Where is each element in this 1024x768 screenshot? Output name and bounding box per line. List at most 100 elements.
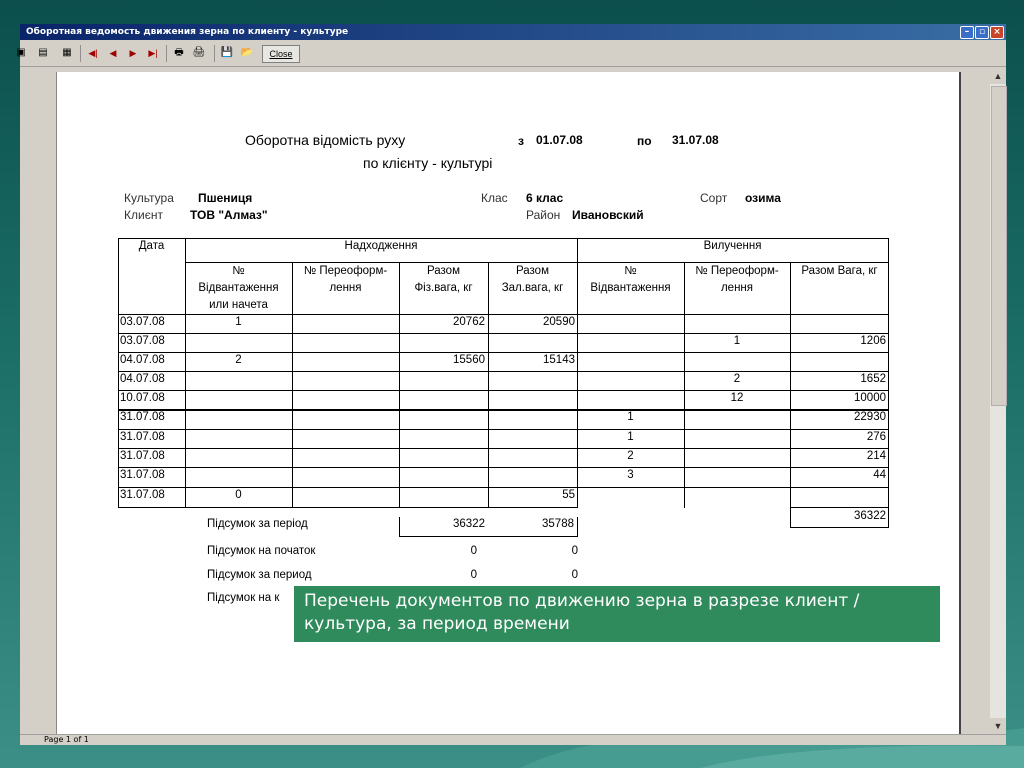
to-date: 31.07.08 (672, 133, 719, 147)
window-title: Оборотная ведомость движения зерна по кл… (26, 27, 349, 37)
district-value: Ивановский (572, 208, 644, 222)
table-cell-out-ref: 1 (733, 335, 741, 347)
period2-total-label: Підсумок за период (207, 569, 312, 581)
header-in-no: № (232, 265, 245, 277)
scroll-down-icon[interactable]: ▼ (990, 718, 1006, 734)
table-cell-in-cred: 20590 (543, 316, 575, 328)
save-icon[interactable]: 💾 (220, 46, 234, 60)
status-bar: Page 1 of 1 (20, 734, 1006, 745)
start-total-phys: 0 (470, 545, 477, 557)
zoom-page-icon[interactable]: ▦ (60, 46, 74, 60)
table-cell-in-no: 1 (235, 316, 242, 328)
header-in-phys-2: Фіз.вага, кг (414, 282, 473, 294)
table-cell-date: 31.07.08 (120, 489, 165, 501)
period-total-phys: 36322 (453, 518, 485, 530)
table-cell-date: 31.07.08 (120, 431, 165, 443)
client-label: Клиєнт (124, 208, 163, 222)
table-cell-out-ref: 2 (733, 373, 741, 385)
header-out-ref: № Переоформ- (695, 265, 779, 277)
header-in-ref: № Переоформ- (303, 265, 388, 277)
table-cell-out-total: 44 (873, 469, 886, 481)
table-cell-in-no: 2 (235, 354, 242, 366)
window-titlebar: Оборотная ведомость движения зерна по кл… (20, 24, 1006, 40)
overlay-caption: Перечень документов по движению зерна в … (294, 586, 940, 642)
print-icon[interactable]: 🖨 (192, 46, 206, 60)
table-cell-out-total: 22930 (854, 411, 886, 423)
next-page-icon[interactable]: ▶ (126, 46, 140, 60)
scroll-up-icon[interactable]: ▲ (990, 68, 1006, 84)
table-cell-out-no: 1 (627, 431, 634, 443)
header-in-phys: Разом (426, 265, 460, 277)
period-total-cred: 35788 (542, 518, 574, 530)
scroll-thumb[interactable] (991, 86, 1007, 406)
open-icon[interactable]: 📂 (240, 46, 254, 60)
table-cell-in-phys: 20762 (453, 316, 485, 328)
table-cell-in-phys: 15560 (453, 354, 485, 366)
report-subtitle: по клієнту - культурі (363, 155, 493, 171)
table-cell-date: 10.07.08 (120, 392, 165, 404)
table-cell-date: 04.07.08 (120, 373, 165, 385)
sort-label: Сорт (700, 191, 728, 205)
to-label: по (637, 134, 652, 148)
client-value: ТОВ "Алмаз" (190, 208, 268, 222)
header-in-ref-2: лення (329, 282, 362, 294)
table-cell-out-no: 3 (627, 469, 634, 481)
preview-toolbar: ▣ ▤ ▦ ◀| ◀ ▶ ▶| 🖶 🖨 💾 📂 Close (16, 42, 1006, 67)
header-in-cred: Разом (515, 265, 549, 277)
culture-value: Пшениця (198, 191, 253, 205)
vertical-scrollbar[interactable]: ▲ ▼ (990, 68, 1007, 734)
table-cell-date: 31.07.08 (120, 450, 165, 462)
restore-icon[interactable]: ▫ (975, 26, 989, 39)
table-cell-out-total: 214 (866, 450, 886, 462)
page-view-icon[interactable]: ▣ (14, 46, 28, 60)
class-value: 6 клас (526, 191, 564, 205)
page-width-icon[interactable]: ▤ (36, 46, 50, 60)
district-label: Район (526, 208, 561, 222)
header-date: Дата (138, 240, 165, 252)
table-cell-out-no: 1 (627, 411, 634, 423)
class-label: Клас (481, 191, 508, 205)
print-setup-icon[interactable]: 🖶 (172, 46, 186, 60)
header-in-cred-2: Зал.вага, кг (501, 282, 564, 294)
table-cell-date: 03.07.08 (120, 316, 165, 328)
period2-total-phys: 0 (470, 569, 477, 581)
table-cell-date: 04.07.08 (120, 354, 165, 366)
table-cell-out-no: 2 (627, 450, 634, 462)
table-cell-date: 03.07.08 (120, 335, 165, 347)
culture-label: Культура (124, 191, 174, 205)
period-total-label: Підсумок за період (207, 518, 308, 530)
header-in-no-3: или начета (209, 299, 268, 311)
sort-value: озима (745, 191, 781, 205)
close-window-icon[interactable]: × (990, 26, 1004, 39)
close-button[interactable]: Close (262, 45, 300, 63)
period2-total-cred: 0 (571, 569, 578, 581)
table-cell-date: 31.07.08 (120, 411, 165, 423)
last-page-icon[interactable]: ▶| (146, 46, 160, 60)
start-total-label: Підсумок на початок (207, 545, 316, 557)
from-date: 01.07.08 (536, 133, 583, 147)
header-out-no-2: Відвантаження (590, 282, 671, 294)
header-outgo: Вилучення (703, 240, 762, 252)
table-cell-out-total: 276 (866, 431, 886, 443)
table-cell-out-total: 10000 (854, 392, 886, 404)
page-indicator: Page 1 of 1 (44, 735, 89, 744)
table-cell-in-cred: 55 (562, 489, 575, 501)
header-out-total: Разом Вага, кг (801, 265, 878, 277)
minimize-icon[interactable]: – (960, 26, 974, 39)
header-income: Надходження (344, 240, 418, 252)
end-total-label: Підсумок на к (207, 592, 280, 604)
report-title: Оборотна відомість руху (245, 132, 406, 148)
first-page-icon[interactable]: ◀| (86, 46, 100, 60)
from-label: з (518, 134, 524, 148)
prev-page-icon[interactable]: ◀ (106, 46, 120, 60)
header-out-ref-2: лення (720, 282, 754, 294)
header-in-no-2: Відвантаження (198, 282, 279, 294)
table-cell-out-ref: 12 (730, 392, 744, 404)
start-total-cred: 0 (571, 545, 578, 557)
table-cell-date: 31.07.08 (120, 469, 165, 481)
table-cell-out-total: 1652 (860, 373, 886, 385)
table-cell-in-no: 0 (235, 489, 242, 501)
table-cell-in-cred: 15143 (543, 354, 575, 366)
out-total-sum: 36322 (854, 510, 886, 522)
header-out-no: № (624, 265, 637, 277)
